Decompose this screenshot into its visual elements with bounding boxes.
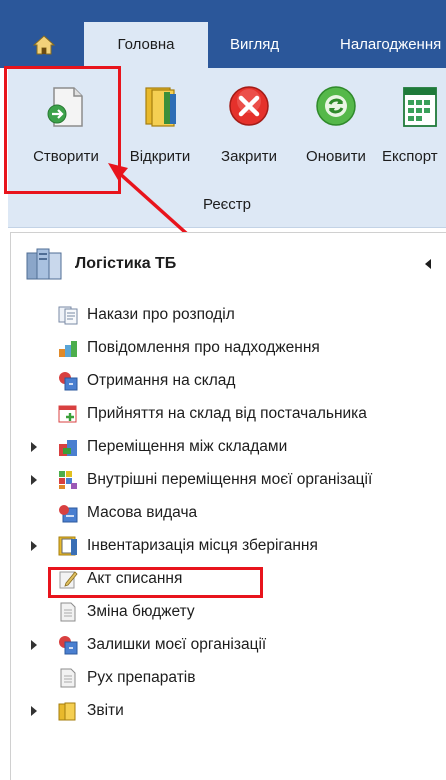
- tree-item-receipt-notifications[interactable]: Повідомлення про надходження: [31, 333, 441, 363]
- refresh-button-label: Оновити: [306, 148, 366, 165]
- notification-icon: [59, 341, 77, 357]
- tree-item-internal-transfer[interactable]: Внутрішні переміщення моєї організації: [31, 465, 441, 495]
- tree-item-label: Отримання на склад: [87, 372, 236, 389]
- close-icon: [229, 86, 269, 126]
- tree-item-inter-warehouse-transfer[interactable]: Переміщення між складами: [31, 432, 441, 462]
- ribbon-group-label: Реєстр: [202, 196, 252, 213]
- tree-item-supplier-acceptance[interactable]: Прийняття на склад від постачальника: [31, 399, 441, 429]
- tree-item-label: Рух препаратів: [87, 669, 196, 686]
- receive-icon: [59, 372, 78, 391]
- home-icon: [33, 35, 55, 55]
- expand-arrow[interactable]: [31, 475, 37, 485]
- tree-item-label: Прийняття на склад від постачальника: [87, 405, 367, 422]
- refresh-icon: [316, 86, 356, 126]
- tree-item-label: Масова видача: [87, 504, 198, 521]
- tree-item-label: Залишки моєї організації: [87, 636, 267, 653]
- home-tab[interactable]: [16, 22, 72, 68]
- ribbon-tab-bar: Головна Вигляд Налагодження: [0, 0, 446, 68]
- tree-item-label: Звіти: [87, 702, 124, 719]
- panel-title: Логістика ТБ: [75, 255, 177, 272]
- document-icon: [60, 668, 76, 688]
- expand-arrow[interactable]: [31, 706, 37, 716]
- tree-item-label: Переміщення між складами: [87, 438, 288, 455]
- export-button[interactable]: Експорт: [378, 76, 446, 186]
- mass-issue-icon: [59, 505, 78, 523]
- write-off-highlight-box: [48, 567, 263, 598]
- orders-icon: [58, 306, 78, 325]
- panel-header[interactable]: Логістика ТБ: [25, 243, 435, 283]
- open-button-label: Відкрити: [129, 148, 191, 165]
- expand-arrow[interactable]: [31, 640, 37, 650]
- folder-icon: [58, 702, 76, 721]
- logistics-server-icon: [26, 248, 62, 280]
- transfer-icon: [59, 440, 77, 456]
- document-icon: [60, 602, 76, 622]
- tree-item-inventory[interactable]: Інвентаризація місця зберігання: [31, 531, 441, 561]
- tree-item-label: Накази про розподіл: [87, 306, 235, 323]
- tab-settings[interactable]: Налагодження: [340, 22, 441, 68]
- tree-item-label: Внутрішні переміщення моєї організації: [87, 471, 373, 488]
- collapse-panel-button[interactable]: [425, 259, 431, 269]
- balance-icon: [59, 636, 78, 655]
- open-button[interactable]: Відкрити: [116, 76, 204, 186]
- tree-item-label: Інвентаризація місця зберігання: [87, 537, 318, 554]
- tree-item-warehouse-receipt[interactable]: Отримання на склад: [31, 366, 441, 396]
- expand-arrow[interactable]: [31, 442, 37, 452]
- tree-item-mass-issue[interactable]: Масова видача: [31, 498, 441, 528]
- tree-item-budget-change[interactable]: Зміна бюджету: [31, 597, 441, 627]
- tree-item-drug-movement[interactable]: Рух препаратів: [31, 663, 441, 693]
- accept-icon: [58, 405, 77, 423]
- tab-view[interactable]: Вигляд: [230, 22, 279, 68]
- export-button-label: Експорт: [382, 148, 438, 165]
- close-button-label: Закрити: [221, 148, 277, 165]
- tab-home[interactable]: Головна: [84, 22, 208, 68]
- internal-transfer-icon: [59, 471, 77, 489]
- create-highlight-box: [4, 66, 121, 194]
- tree-item-label: Зміна бюджету: [87, 603, 195, 620]
- tree-item-org-balances[interactable]: Залишки моєї організації: [31, 630, 441, 660]
- tree-item-orders[interactable]: Накази про розподіл: [31, 300, 441, 330]
- navigation-panel: Логістика ТБ Накази про розподіл Повідом…: [10, 232, 446, 780]
- refresh-button[interactable]: Оновити: [294, 76, 378, 186]
- inventory-icon: [58, 536, 77, 556]
- tree-item-label: Повідомлення про надходження: [87, 339, 320, 356]
- export-excel-icon: [403, 87, 437, 127]
- tree-item-reports[interactable]: Звіти: [31, 696, 441, 726]
- open-folder-icon: [145, 87, 176, 127]
- close-button[interactable]: Закрити: [204, 76, 294, 186]
- expand-arrow[interactable]: [31, 541, 37, 551]
